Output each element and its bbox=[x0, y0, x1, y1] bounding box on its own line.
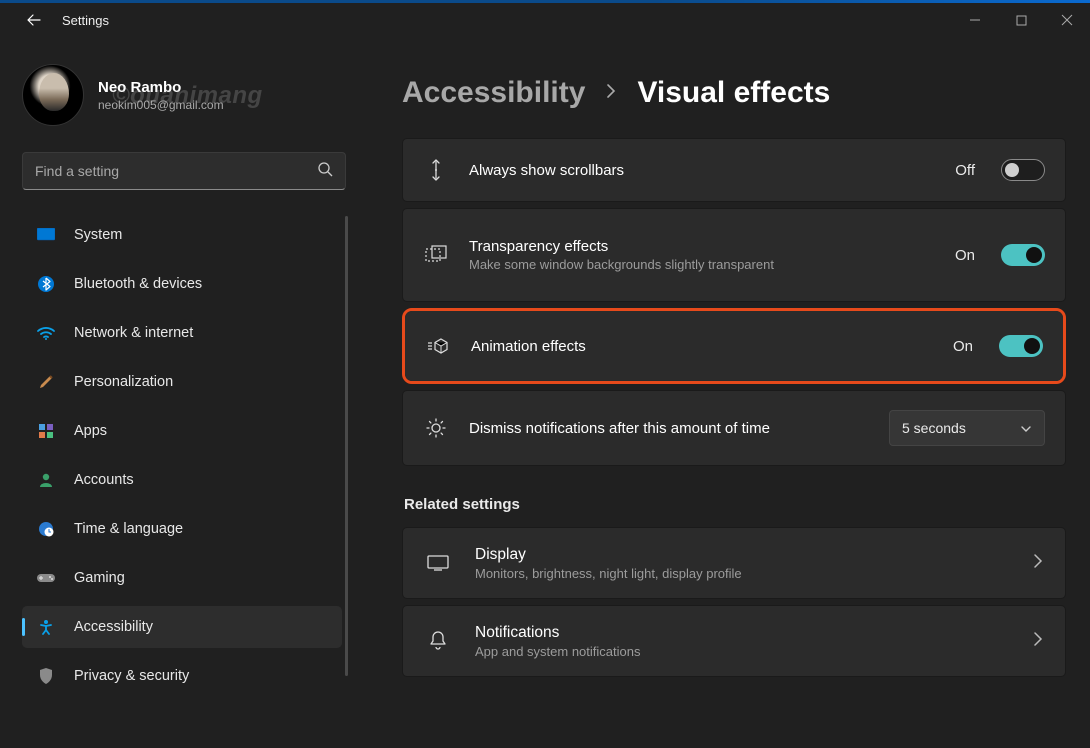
setting-title: Animation effects bbox=[471, 338, 933, 355]
link-desc: Monitors, brightness, night light, displ… bbox=[475, 566, 1009, 581]
brightness-icon bbox=[423, 417, 449, 439]
nav-label: Apps bbox=[74, 423, 107, 439]
breadcrumb-current: Visual effects bbox=[637, 76, 830, 110]
nav-list: System Bluetooth & devices Network & int… bbox=[22, 214, 346, 704]
bell-icon bbox=[425, 631, 451, 651]
chevron-right-icon bbox=[1033, 631, 1043, 652]
close-button[interactable] bbox=[1044, 0, 1090, 40]
nav-label: Gaming bbox=[74, 570, 125, 586]
link-title: Display bbox=[475, 546, 1009, 564]
dismiss-time-dropdown[interactable]: 5 seconds bbox=[889, 410, 1045, 446]
title-bar: Settings bbox=[0, 0, 1090, 40]
brush-icon bbox=[36, 372, 56, 392]
search-icon bbox=[317, 161, 333, 182]
nav-label: Network & internet bbox=[74, 325, 193, 341]
person-icon bbox=[36, 470, 56, 490]
related-settings-heading: Related settings bbox=[404, 496, 1066, 513]
back-button[interactable] bbox=[20, 12, 48, 28]
sidebar-item-privacy[interactable]: Privacy & security bbox=[22, 655, 342, 697]
app-title: Settings bbox=[62, 13, 109, 28]
related-notifications[interactable]: Notifications App and system notificatio… bbox=[402, 605, 1066, 677]
link-desc: App and system notifications bbox=[475, 644, 1009, 659]
scrollbars-toggle[interactable] bbox=[1001, 159, 1045, 181]
sidebar-item-apps[interactable]: Apps bbox=[22, 410, 342, 452]
transparency-icon bbox=[423, 245, 449, 265]
profile-email: neokim005@gmail.com bbox=[98, 98, 224, 112]
dropdown-value: 5 seconds bbox=[902, 420, 966, 436]
setting-dismiss-notifications: Dismiss notifications after this amount … bbox=[402, 390, 1066, 466]
accessibility-icon bbox=[36, 617, 56, 637]
nav-label: Bluetooth & devices bbox=[74, 276, 202, 292]
breadcrumb: Accessibility Visual effects bbox=[402, 76, 1066, 110]
animation-toggle[interactable] bbox=[999, 335, 1043, 357]
shield-icon bbox=[36, 666, 56, 686]
nav-label: Accounts bbox=[74, 472, 134, 488]
nav-label: Privacy & security bbox=[74, 668, 189, 684]
chevron-right-icon bbox=[1033, 553, 1043, 574]
transparency-toggle[interactable] bbox=[1001, 244, 1045, 266]
avatar bbox=[22, 64, 84, 126]
sidebar-item-accounts[interactable]: Accounts bbox=[22, 459, 342, 501]
arrow-left-icon bbox=[26, 12, 42, 28]
minimize-icon bbox=[969, 14, 981, 26]
sidebar-item-personalization[interactable]: Personalization bbox=[22, 361, 342, 403]
breadcrumb-parent[interactable]: Accessibility bbox=[402, 76, 585, 110]
wifi-icon bbox=[36, 323, 56, 343]
minimize-button[interactable] bbox=[952, 0, 998, 40]
maximize-icon bbox=[1016, 15, 1027, 26]
monitor-icon bbox=[36, 225, 56, 245]
setting-transparency-effects: Transparency effects Make some window ba… bbox=[402, 208, 1066, 302]
display-icon bbox=[425, 555, 451, 571]
setting-desc: Make some window backgrounds slightly tr… bbox=[469, 257, 829, 272]
nav-label: System bbox=[74, 227, 122, 243]
sidebar-item-network[interactable]: Network & internet bbox=[22, 312, 342, 354]
sidebar-item-gaming[interactable]: Gaming bbox=[22, 557, 342, 599]
chevron-right-icon bbox=[605, 83, 617, 104]
toggle-state-label: Off bbox=[955, 162, 975, 179]
scrollbar-icon bbox=[423, 159, 449, 181]
link-title: Notifications bbox=[475, 624, 1009, 642]
setting-title: Always show scrollbars bbox=[469, 162, 935, 179]
main-content: Accessibility Visual effects Always show… bbox=[360, 40, 1090, 748]
setting-title: Dismiss notifications after this amount … bbox=[469, 420, 869, 437]
gamepad-icon bbox=[36, 568, 56, 588]
sidebar-item-accessibility[interactable]: Accessibility bbox=[22, 606, 342, 648]
maximize-button[interactable] bbox=[998, 0, 1044, 40]
toggle-state-label: On bbox=[953, 338, 973, 355]
setting-always-show-scrollbars: Always show scrollbars Off bbox=[402, 138, 1066, 202]
nav-label: Accessibility bbox=[74, 619, 153, 635]
apps-icon bbox=[36, 421, 56, 441]
highlighted-setting: Animation effects On bbox=[402, 308, 1066, 384]
search-box[interactable] bbox=[22, 152, 346, 190]
sidebar-item-time[interactable]: Time & language bbox=[22, 508, 342, 550]
nav-scrollbar[interactable] bbox=[345, 216, 348, 676]
search-input[interactable] bbox=[35, 163, 317, 179]
profile-block[interactable]: Neo Rambo neokim005@gmail.com ©ouanimang bbox=[22, 60, 346, 130]
chevron-down-icon bbox=[1020, 420, 1032, 436]
clock-globe-icon bbox=[36, 519, 56, 539]
animation-icon bbox=[425, 337, 451, 355]
toggle-state-label: On bbox=[955, 247, 975, 264]
nav-label: Personalization bbox=[74, 374, 173, 390]
close-icon bbox=[1061, 14, 1073, 26]
sidebar: Neo Rambo neokim005@gmail.com ©ouanimang… bbox=[0, 40, 360, 748]
setting-title: Transparency effects bbox=[469, 238, 935, 255]
profile-name: Neo Rambo bbox=[98, 79, 224, 96]
setting-animation-effects: Animation effects On bbox=[405, 311, 1063, 381]
bluetooth-icon bbox=[36, 274, 56, 294]
sidebar-item-bluetooth[interactable]: Bluetooth & devices bbox=[22, 263, 342, 305]
related-display[interactable]: Display Monitors, brightness, night ligh… bbox=[402, 527, 1066, 599]
nav-label: Time & language bbox=[74, 521, 183, 537]
sidebar-item-system[interactable]: System bbox=[22, 214, 342, 256]
